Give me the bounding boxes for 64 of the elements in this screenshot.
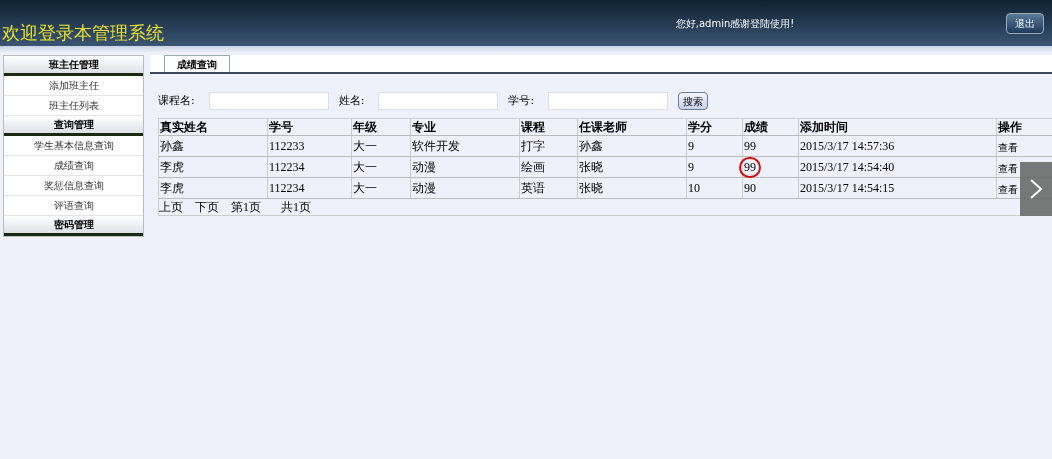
logout-button[interactable]: 退出	[1006, 12, 1044, 34]
search-field[interactable]	[548, 92, 669, 110]
table-cell: 10	[687, 178, 743, 198]
table-cell: 英语	[520, 178, 578, 198]
field-label: 姓名:	[338, 92, 365, 109]
column-header: 课程	[520, 119, 578, 135]
sidebar-item[interactable]: 奖惩信息查询	[4, 176, 143, 196]
table-cell: 打字	[520, 136, 578, 156]
table-cell: 2015/3/17 14:54:15	[799, 178, 997, 198]
column-header: 学号	[268, 119, 352, 135]
table-cell: 大一	[352, 136, 411, 156]
table-cell: 90	[743, 178, 799, 198]
table-cell: 9	[687, 136, 743, 156]
table-cell: 112234	[268, 157, 352, 177]
column-header: 年级	[352, 119, 411, 135]
table-cell: 张晓	[578, 157, 687, 177]
column-header: 成绩	[743, 119, 799, 135]
table-cell: 孙鑫	[578, 136, 687, 156]
pager-link[interactable]: 上页	[159, 198, 183, 216]
table-cell: 99	[743, 157, 799, 177]
sidebar-item[interactable]: 添加班主任	[4, 76, 143, 96]
table-cell: 动漫	[411, 157, 520, 177]
sidebar-heading[interactable]: 密码管理	[4, 216, 143, 236]
tab[interactable]: 成绩查询	[164, 55, 230, 72]
pager-link[interactable]: 第1页	[231, 198, 261, 216]
table-cell: 动漫	[411, 178, 520, 198]
search-field[interactable]	[378, 92, 499, 110]
column-header: 专业	[411, 119, 520, 135]
greeting-text: 您好,admin感谢登陆使用!	[675, 16, 795, 31]
column-header: 任课老师	[578, 119, 687, 135]
table-cell: 绘画	[520, 157, 578, 177]
column-header: 学分	[687, 119, 743, 135]
sidebar-item[interactable]: 学生基本信息查询	[4, 136, 143, 156]
next-arrow-button[interactable]	[1020, 162, 1052, 216]
table-cell: 李虎	[159, 157, 268, 177]
sidebar-heading[interactable]: 查询管理	[4, 116, 143, 136]
view-link[interactable]: 查看	[998, 140, 1018, 155]
sidebar-heading[interactable]: 班主任管理	[4, 56, 143, 76]
field-label: 学号:	[508, 92, 535, 109]
table-cell: 大一	[352, 178, 411, 198]
table-cell: 2015/3/17 14:54:40	[799, 157, 997, 177]
table-cell: 张晓	[578, 178, 687, 198]
table-cell: 112234	[268, 178, 352, 198]
column-header: 真实姓名	[159, 119, 268, 135]
pager-link[interactable]: 共1页	[281, 198, 311, 216]
column-header: 添加时间	[799, 119, 997, 135]
view-link[interactable]: 查看	[998, 182, 1018, 197]
column-header: 操作	[997, 119, 1052, 135]
table-cell: 李虎	[159, 178, 268, 198]
table-cell: 99	[743, 136, 799, 156]
table-cell: 2015/3/17 14:57:36	[799, 136, 997, 156]
table-cell: 9	[687, 157, 743, 177]
view-link[interactable]: 查看	[998, 161, 1018, 176]
chevron-right-icon	[1029, 178, 1043, 200]
sidebar-item[interactable]: 成绩查询	[4, 156, 143, 176]
search-field[interactable]	[208, 92, 329, 110]
table-cell: 112233	[268, 136, 352, 156]
site-title: 欢迎登录本管理系统	[1, 22, 164, 45]
table-cell: 孙鑫	[159, 136, 268, 156]
table-cell: 软件开发	[411, 136, 520, 156]
table-cell: 大一	[352, 157, 411, 177]
pager-link[interactable]: 下页	[195, 198, 219, 216]
field-label: 课程名:	[158, 92, 195, 109]
search-button[interactable]: 搜索	[678, 92, 709, 110]
